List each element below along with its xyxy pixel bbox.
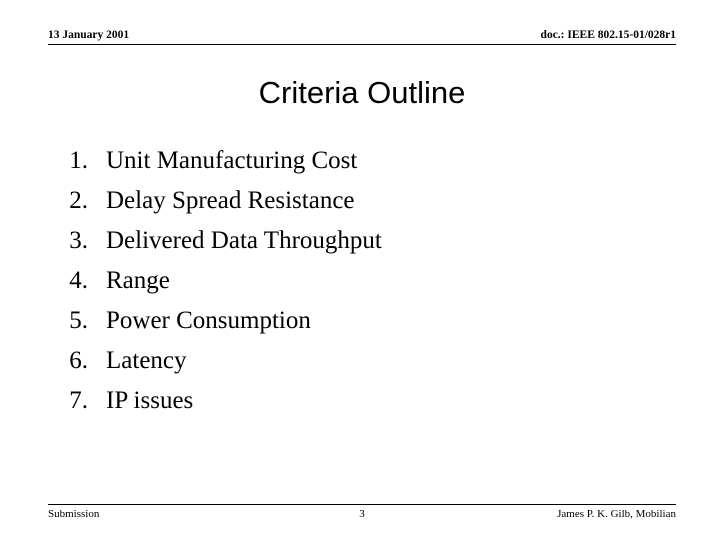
list-item: 5. Power Consumption <box>48 301 676 341</box>
list-item-number: 2. <box>69 187 88 214</box>
list-item-label: IP issues <box>106 387 194 414</box>
list-item-number: 3. <box>69 227 88 254</box>
list-item-label: Unit Manufacturing Cost <box>106 147 358 174</box>
list-item-number: 5. <box>69 307 88 334</box>
slide-header: 13 January 2001 doc.: IEEE 802.15-01/028… <box>48 28 676 50</box>
list-item-number: 7. <box>69 387 88 414</box>
list-item: 3. Delivered Data Throughput <box>48 221 676 261</box>
list-item: 6. Latency <box>48 341 676 381</box>
list-item: 2. Delay Spread Resistance <box>48 181 676 221</box>
slide: 13 January 2001 doc.: IEEE 802.15-01/028… <box>0 0 720 540</box>
list-item: 7. IP issues <box>48 381 676 421</box>
footer-author: James P. K. Gilb, Mobilian <box>557 508 676 520</box>
header-divider <box>48 44 676 45</box>
list-item: 4. Range <box>48 261 676 301</box>
list-item-label: Delay Spread Resistance <box>106 187 355 214</box>
list-item: 1. Unit Manufacturing Cost <box>48 141 676 181</box>
list-item-label: Delivered Data Throughput <box>106 227 382 254</box>
list-item-number: 4. <box>69 267 88 294</box>
list-item-label: Range <box>106 267 170 294</box>
slide-footer: Submission 3 James P. K. Gilb, Mobilian <box>48 504 676 522</box>
page-title: Criteria Outline <box>258 75 466 110</box>
footer-divider <box>48 504 676 505</box>
header-doc-id: doc.: IEEE 802.15-01/028r1 <box>540 29 676 41</box>
list-item-label: Power Consumption <box>106 307 311 334</box>
header-date: 13 January 2001 <box>48 29 130 41</box>
list-item-number: 6. <box>69 347 88 374</box>
list-item-label: Latency <box>106 347 187 374</box>
criteria-list: 1. Unit Manufacturing Cost 2. Delay Spre… <box>48 141 676 421</box>
list-item-number: 1. <box>69 147 88 174</box>
